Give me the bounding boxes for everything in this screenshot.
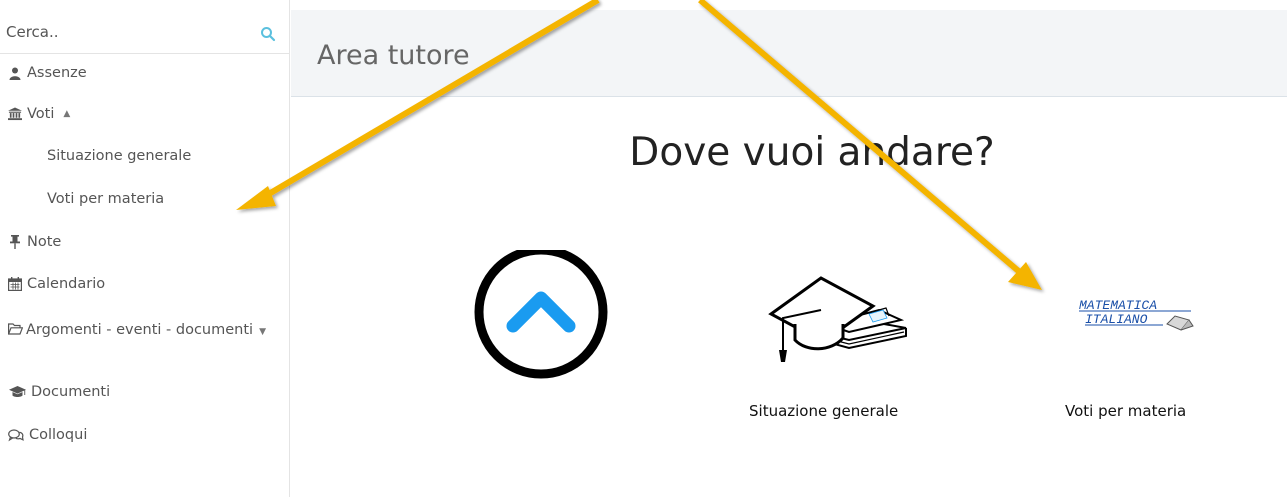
arrow-to-sidebar — [236, 0, 600, 210]
annotation-arrows — [236, 0, 1042, 290]
app: Assenze Voti ▲ Situazione generale Voti … — [0, 0, 1287, 497]
arrow-to-voti-per-materia-card — [698, 0, 1042, 290]
